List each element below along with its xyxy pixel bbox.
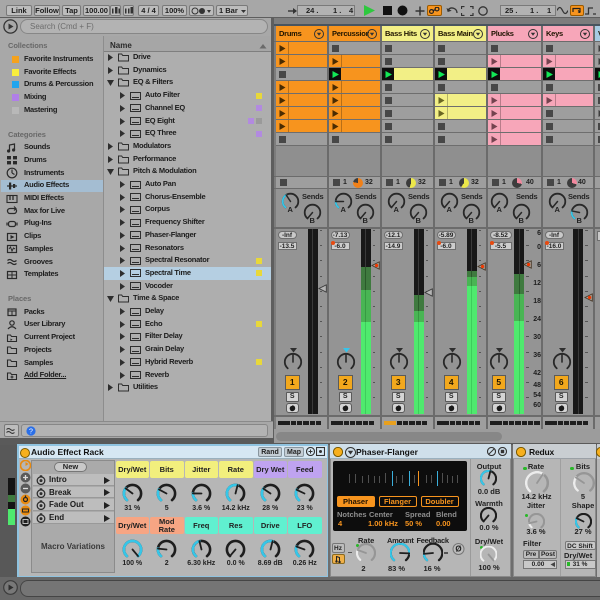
svg-text:Ø: Ø	[455, 545, 461, 554]
svg-text:?: ?	[29, 429, 33, 436]
